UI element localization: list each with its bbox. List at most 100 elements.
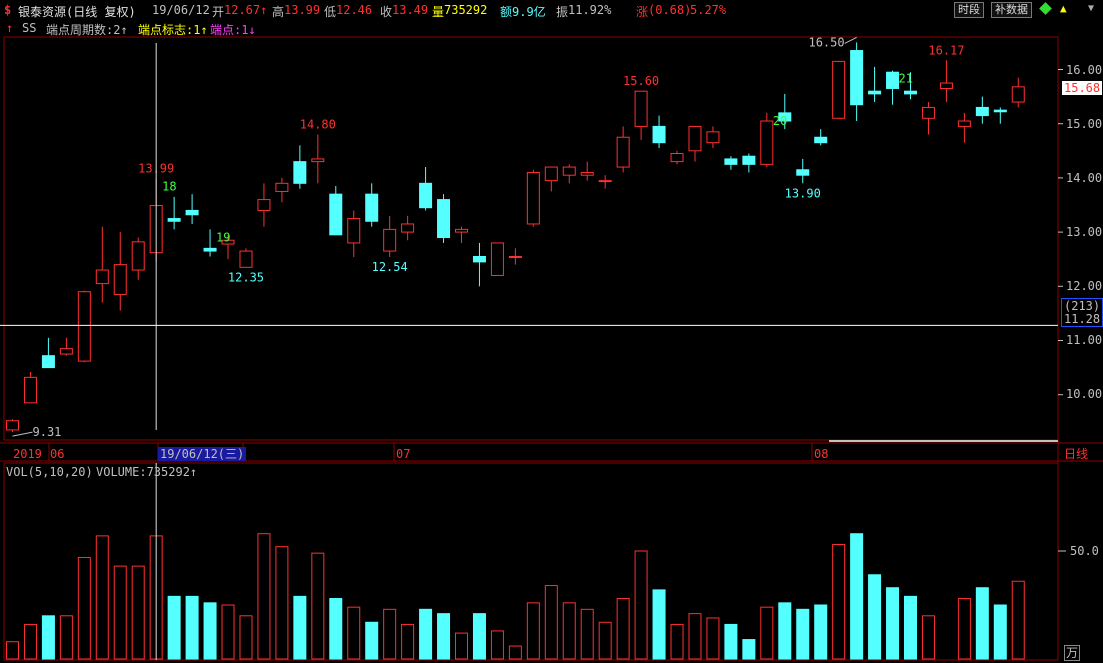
candle-body — [383, 228, 397, 252]
candle-body — [365, 193, 379, 222]
volume-bar — [778, 602, 792, 660]
candle-body — [580, 171, 594, 176]
price-annotation-15.60: 15.60 — [623, 74, 659, 88]
volume-bar — [131, 565, 145, 660]
candle-body — [113, 264, 127, 295]
price-tick-11: 11.00 — [1066, 333, 1103, 347]
price-tick-16: 16.00 — [1066, 63, 1103, 77]
candle-body — [472, 255, 486, 263]
volume-bar — [1011, 580, 1025, 660]
candle-body — [293, 161, 307, 184]
volume-indicator-value: VOLUME:735292↑ — [96, 465, 198, 479]
candle-body — [311, 158, 325, 163]
candle-body — [59, 348, 73, 355]
price-annotation-21: 21 — [899, 72, 913, 86]
volume-bar — [544, 585, 558, 660]
volume-bar — [77, 556, 91, 660]
volume-bar — [311, 552, 325, 660]
candle-body — [6, 420, 19, 431]
candle-body — [760, 120, 774, 165]
volume-bar — [419, 608, 433, 660]
price-tick-10: 10.00 — [1066, 387, 1103, 401]
volume-bar — [868, 574, 882, 660]
price-annotation-12.35: 12.35 — [228, 270, 264, 284]
volume-bar — [526, 602, 540, 660]
volume-bar — [329, 598, 343, 660]
volume-bar — [724, 623, 738, 660]
high-marker-line — [844, 36, 857, 44]
volume-bar — [850, 533, 864, 660]
price-annotation-19: 19 — [216, 230, 230, 244]
volume-bar — [688, 613, 702, 660]
volume-bar — [886, 587, 900, 660]
volume-bar — [23, 623, 37, 660]
price-annotation-13.90: 13.90 — [785, 186, 821, 200]
candle-body — [598, 180, 612, 183]
period-daily-button[interactable]: 日线 — [1064, 447, 1088, 461]
timeline-2019: 2019 — [13, 447, 42, 461]
candle-body — [41, 355, 55, 369]
candle-body — [724, 158, 738, 165]
price-annotation-18: 18 — [162, 179, 176, 193]
volume-bar — [832, 544, 846, 660]
candle-body — [634, 90, 648, 127]
price-tick-13: 13.00 — [1066, 225, 1103, 239]
candle-body — [77, 291, 91, 362]
volume-tick-50: 50.0 — [1070, 544, 1099, 558]
volume-bar — [742, 639, 756, 660]
price-annotation-16.17: 16.17 — [928, 43, 964, 57]
candle-body — [742, 155, 756, 165]
volume-bar — [616, 598, 630, 660]
candle-body — [832, 60, 846, 119]
candle-body — [921, 106, 935, 119]
low-marker-line — [12, 431, 33, 437]
volume-bar — [365, 621, 379, 660]
candle-body — [688, 125, 702, 152]
volume-bar — [957, 598, 971, 660]
volume-bar — [6, 641, 19, 660]
volume-bar — [975, 587, 989, 660]
volume-bar — [580, 608, 594, 660]
candle-body — [814, 136, 828, 144]
price-annotation-9.31: 9.31 — [33, 425, 62, 439]
volume-bar — [401, 623, 415, 660]
candle-body — [957, 120, 971, 127]
price-annotation-16.50: 16.50 — [808, 35, 844, 49]
volume-bar — [257, 533, 271, 660]
volume-bar — [203, 602, 217, 660]
volume-bar — [383, 608, 397, 660]
candle-body — [796, 169, 810, 176]
volume-bar — [472, 613, 486, 660]
timeline-06: 06 — [50, 447, 65, 461]
candle-body — [850, 50, 864, 106]
volume-bar — [652, 589, 666, 660]
candle-body — [419, 182, 433, 209]
candle-body — [329, 193, 343, 236]
candle-body — [185, 209, 199, 216]
volume-unit: 万 — [1064, 645, 1081, 661]
volume-bar — [185, 595, 199, 660]
candle-body — [616, 136, 630, 168]
candle-body — [239, 250, 253, 268]
price-tick-14: 14.00 — [1066, 171, 1103, 185]
price-annotation-12.54: 12.54 — [372, 260, 408, 274]
volume-bar — [95, 535, 109, 660]
candle-body — [652, 125, 666, 144]
candle-body — [23, 376, 37, 404]
volume-bar — [347, 606, 361, 660]
volume-bar — [275, 546, 289, 660]
candle-body — [455, 228, 468, 233]
timeline-07: 07 — [396, 447, 411, 461]
price-annotation-20: 20 — [773, 114, 787, 128]
volume-bar — [455, 632, 468, 660]
volume-bar — [706, 617, 720, 660]
candle-body — [167, 218, 181, 222]
price-annotation-14.80: 14.80 — [300, 118, 336, 132]
price-tick-15: 15.00 — [1066, 117, 1103, 131]
candlestick-chart[interactable]: 9.3113.99181912.3514.8012.5415.602013.90… — [0, 0, 1103, 663]
volume-bar — [904, 595, 917, 660]
volume-bar — [670, 623, 684, 660]
candle-body — [670, 153, 684, 163]
price-tick-12: 12.00 — [1066, 279, 1103, 293]
volume-bar — [760, 606, 774, 660]
